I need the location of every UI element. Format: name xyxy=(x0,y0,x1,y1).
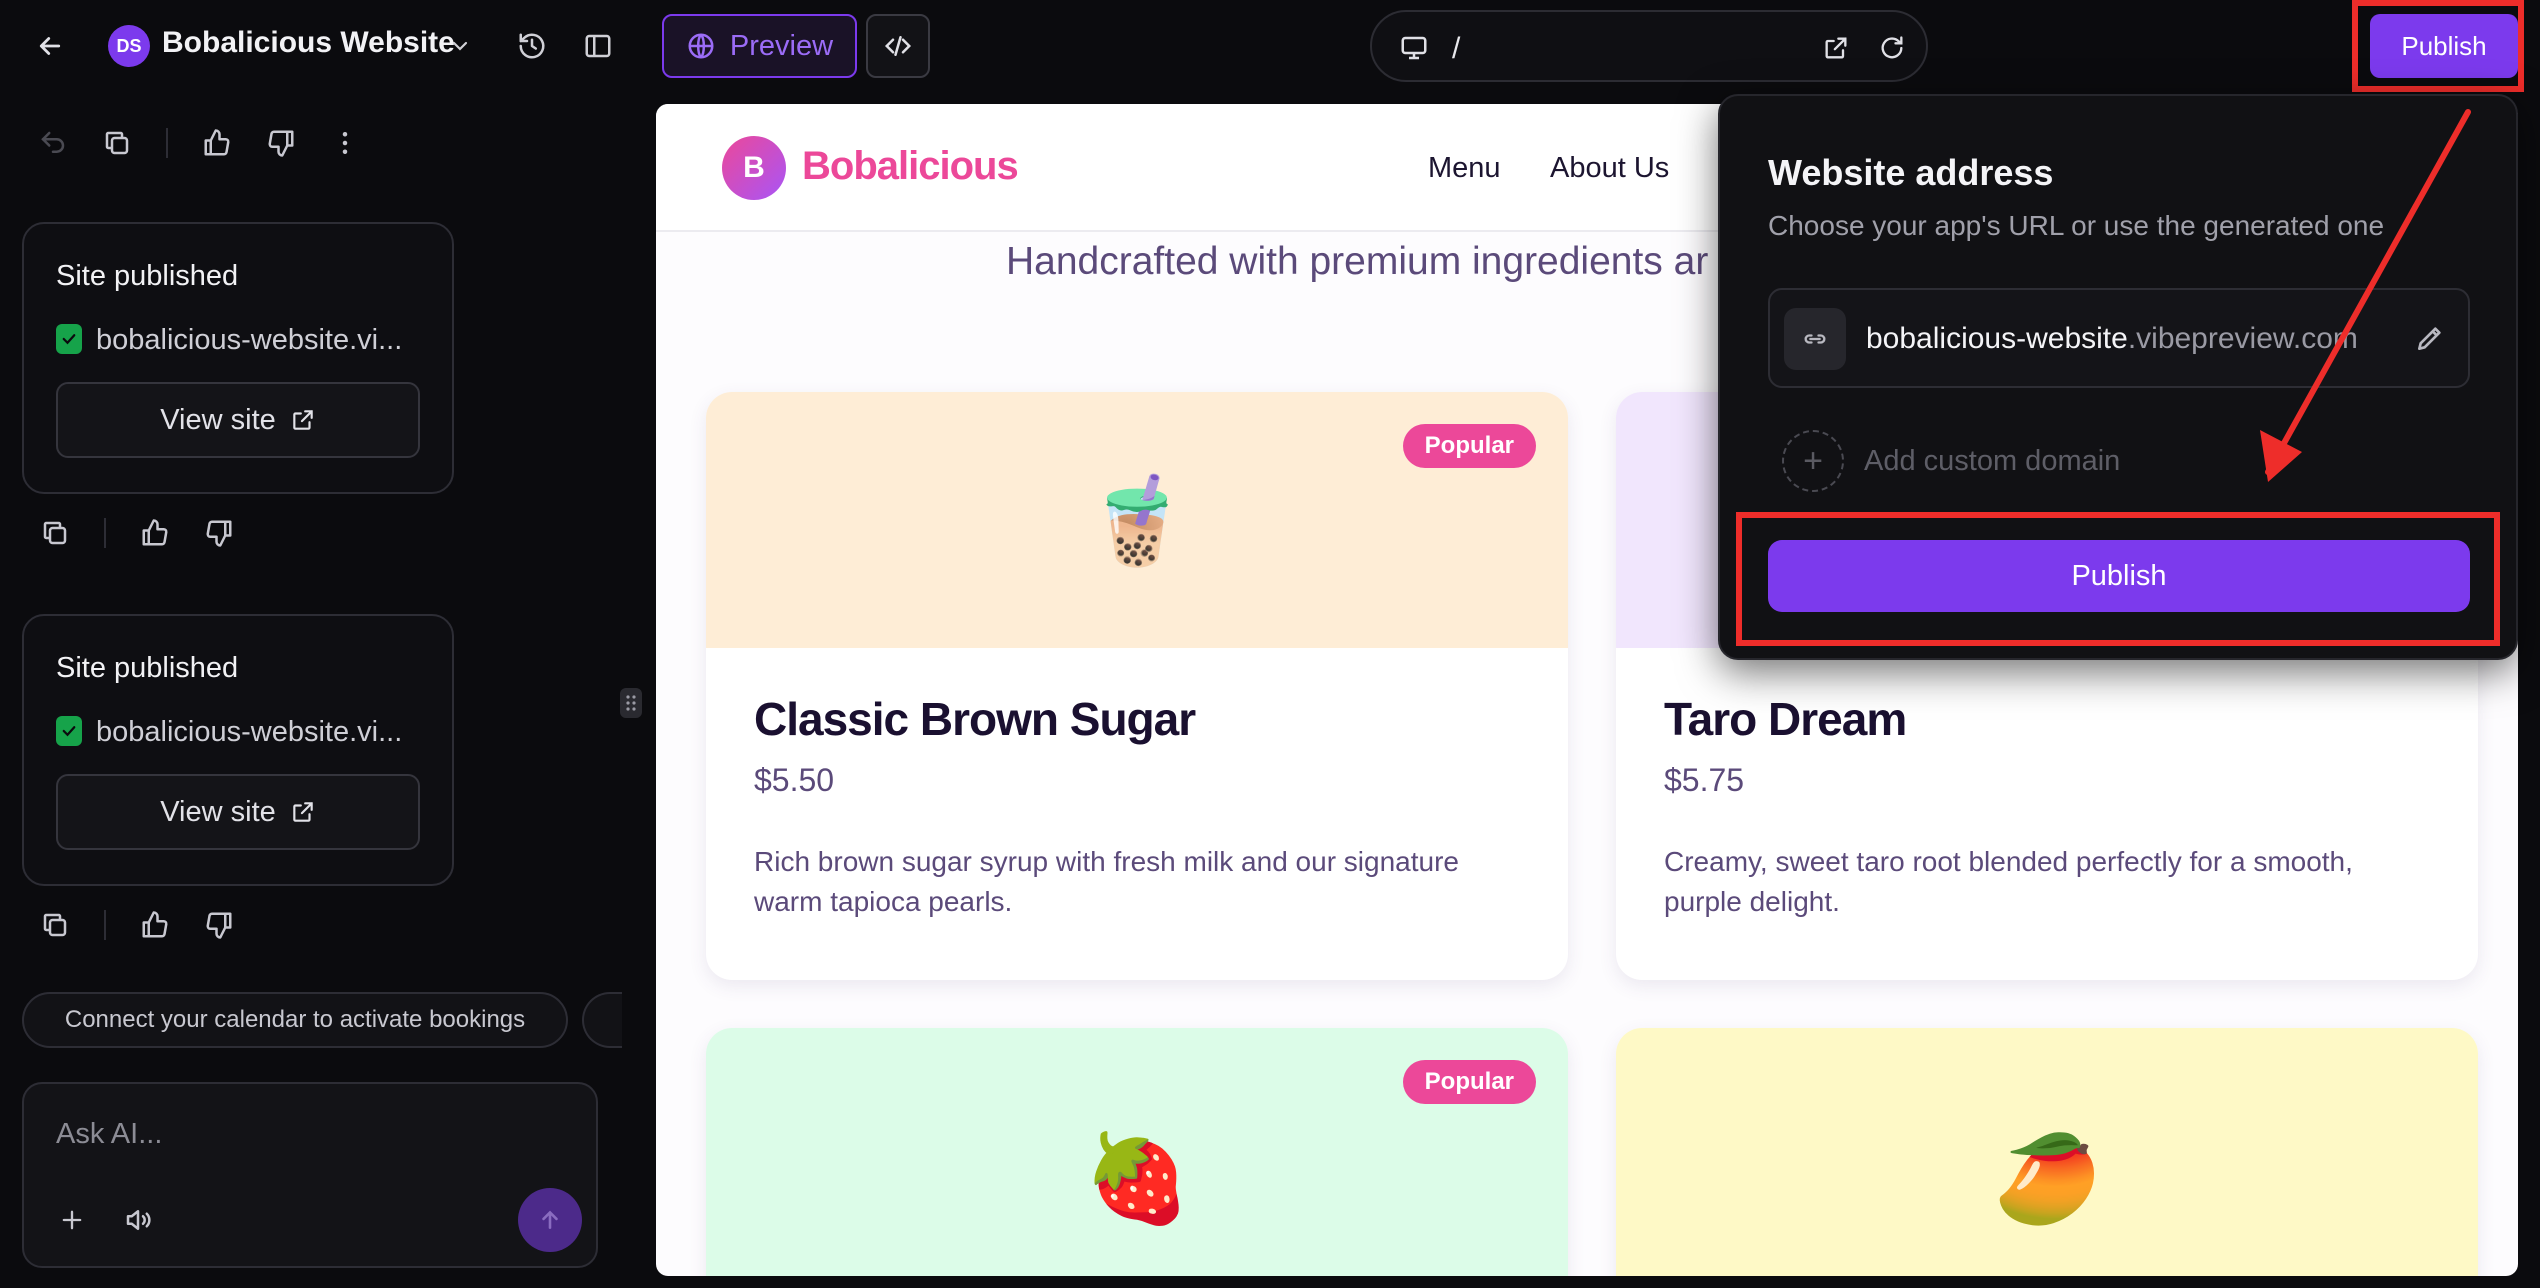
project-avatar[interactable]: DS xyxy=(108,25,150,67)
site-published-card: Site published bobalicious-website.vi...… xyxy=(22,222,454,494)
open-external-icon[interactable] xyxy=(1816,28,1856,68)
arrow-up-icon xyxy=(537,1207,563,1233)
history-icon[interactable] xyxy=(512,26,552,66)
back-arrow-icon[interactable] xyxy=(30,26,70,66)
chat-input-box: Ask AI... xyxy=(22,1082,598,1268)
url-path-input[interactable]: / xyxy=(1452,32,1460,66)
divider xyxy=(104,910,106,940)
plus-icon[interactable] xyxy=(54,1202,90,1238)
divider xyxy=(166,128,168,158)
code-view-button[interactable] xyxy=(866,14,930,78)
code-icon xyxy=(883,31,913,61)
popover-title: Website address xyxy=(1768,152,2054,193)
top-bar: DS Bobalicious Website Preview / Publish xyxy=(0,0,2540,92)
url-bar: / xyxy=(1370,10,1928,82)
product-description: Rich brown sugar syrup with fresh milk a… xyxy=(754,846,1459,917)
view-site-label: View site xyxy=(160,795,276,828)
thumbs-up-icon[interactable] xyxy=(202,128,232,158)
copy-icon[interactable] xyxy=(40,518,70,548)
popular-badge: Popular xyxy=(1402,424,1536,468)
thumbs-down-icon[interactable] xyxy=(266,128,296,158)
card-actions xyxy=(40,518,234,548)
site-logo[interactable]: B xyxy=(722,136,786,200)
strawberry-icon: 🍓 xyxy=(1083,1130,1191,1227)
popular-badge: Popular xyxy=(1402,1060,1536,1104)
card-actions xyxy=(40,910,234,940)
add-custom-domain[interactable]: + Add custom domain xyxy=(1782,430,2120,492)
product-price: $5.50 xyxy=(754,762,835,798)
chevron-down-icon[interactable] xyxy=(444,30,476,62)
subdomain: bobalicious-website xyxy=(1866,322,2128,355)
product-card[interactable]: 🥭 xyxy=(1616,1028,2478,1276)
thumbs-down-icon[interactable] xyxy=(204,910,234,940)
divider xyxy=(104,518,106,548)
check-icon xyxy=(56,716,82,746)
voice-icon[interactable] xyxy=(118,1202,158,1238)
resize-handle-icon[interactable] xyxy=(620,688,642,718)
check-icon xyxy=(56,324,82,354)
product-card[interactable]: 🧋 Popular Classic Brown Sugar $5.50 Rich… xyxy=(706,392,1568,980)
send-button[interactable] xyxy=(518,1188,582,1252)
message-actions xyxy=(38,128,360,158)
product-image: 🥭 xyxy=(1616,1028,2478,1276)
mango-icon: 🥭 xyxy=(1993,1130,2101,1227)
project-title[interactable]: Bobalicious Website xyxy=(162,26,455,60)
card-title: Site published xyxy=(56,260,239,292)
sidebar-toggle-icon[interactable] xyxy=(578,26,618,66)
preview-button[interactable]: Preview xyxy=(662,14,857,78)
published-url[interactable]: bobalicious-website.vi... xyxy=(96,716,436,749)
bubble-tea-icon: 🧋 xyxy=(1083,472,1191,569)
suggestion-chip-overflow[interactable] xyxy=(582,992,622,1048)
product-card[interactable]: 🍓 Popular xyxy=(706,1028,1568,1276)
view-site-button[interactable]: View site xyxy=(56,774,420,850)
product-name: Classic Brown Sugar xyxy=(754,693,1196,745)
external-link-icon xyxy=(290,799,316,825)
site-published-card: Site published bobalicious-website.vi...… xyxy=(22,614,454,886)
hero-subtitle: Handcrafted with premium ingredients ar xyxy=(1006,240,1709,283)
suggestion-chip[interactable]: Connect your calendar to activate bookin… xyxy=(22,992,568,1048)
undo-icon[interactable] xyxy=(38,128,68,158)
product-price: $5.75 xyxy=(1664,762,1745,798)
copy-icon[interactable] xyxy=(40,910,70,940)
product-description: Creamy, sweet taro root blended perfectl… xyxy=(1664,846,2353,917)
nav-link-about[interactable]: About Us xyxy=(1550,152,1669,185)
plus-icon: + xyxy=(1782,430,1844,492)
product-name: Taro Dream xyxy=(1664,693,1907,745)
more-options-icon[interactable] xyxy=(330,128,360,158)
desktop-icon[interactable] xyxy=(1394,28,1434,68)
external-link-icon xyxy=(290,407,316,433)
site-brand[interactable]: Bobalicious xyxy=(802,144,1019,189)
ask-ai-input[interactable]: Ask AI... xyxy=(56,1118,162,1151)
preview-label: Preview xyxy=(729,29,834,62)
highlight-box-top xyxy=(2352,0,2524,92)
chat-panel: Site published bobalicious-website.vi...… xyxy=(0,92,640,1288)
highlight-box-publish xyxy=(1736,512,2500,646)
annotation-arrow-icon xyxy=(2260,109,2471,482)
thumbs-down-icon[interactable] xyxy=(204,518,234,548)
link-icon xyxy=(1784,308,1846,370)
published-url[interactable]: bobalicious-website.vi... xyxy=(96,324,436,357)
add-custom-domain-label: Add custom domain xyxy=(1864,444,2121,477)
thumbs-up-icon[interactable] xyxy=(140,910,170,940)
card-title: Site published xyxy=(56,652,239,684)
copy-icon[interactable] xyxy=(102,128,132,158)
refresh-icon[interactable] xyxy=(1872,28,1912,68)
view-site-label: View site xyxy=(160,403,276,436)
view-site-button[interactable]: View site xyxy=(56,382,420,458)
thumbs-up-icon[interactable] xyxy=(140,518,170,548)
nav-link-menu[interactable]: Menu xyxy=(1428,152,1501,185)
globe-icon xyxy=(686,31,716,61)
